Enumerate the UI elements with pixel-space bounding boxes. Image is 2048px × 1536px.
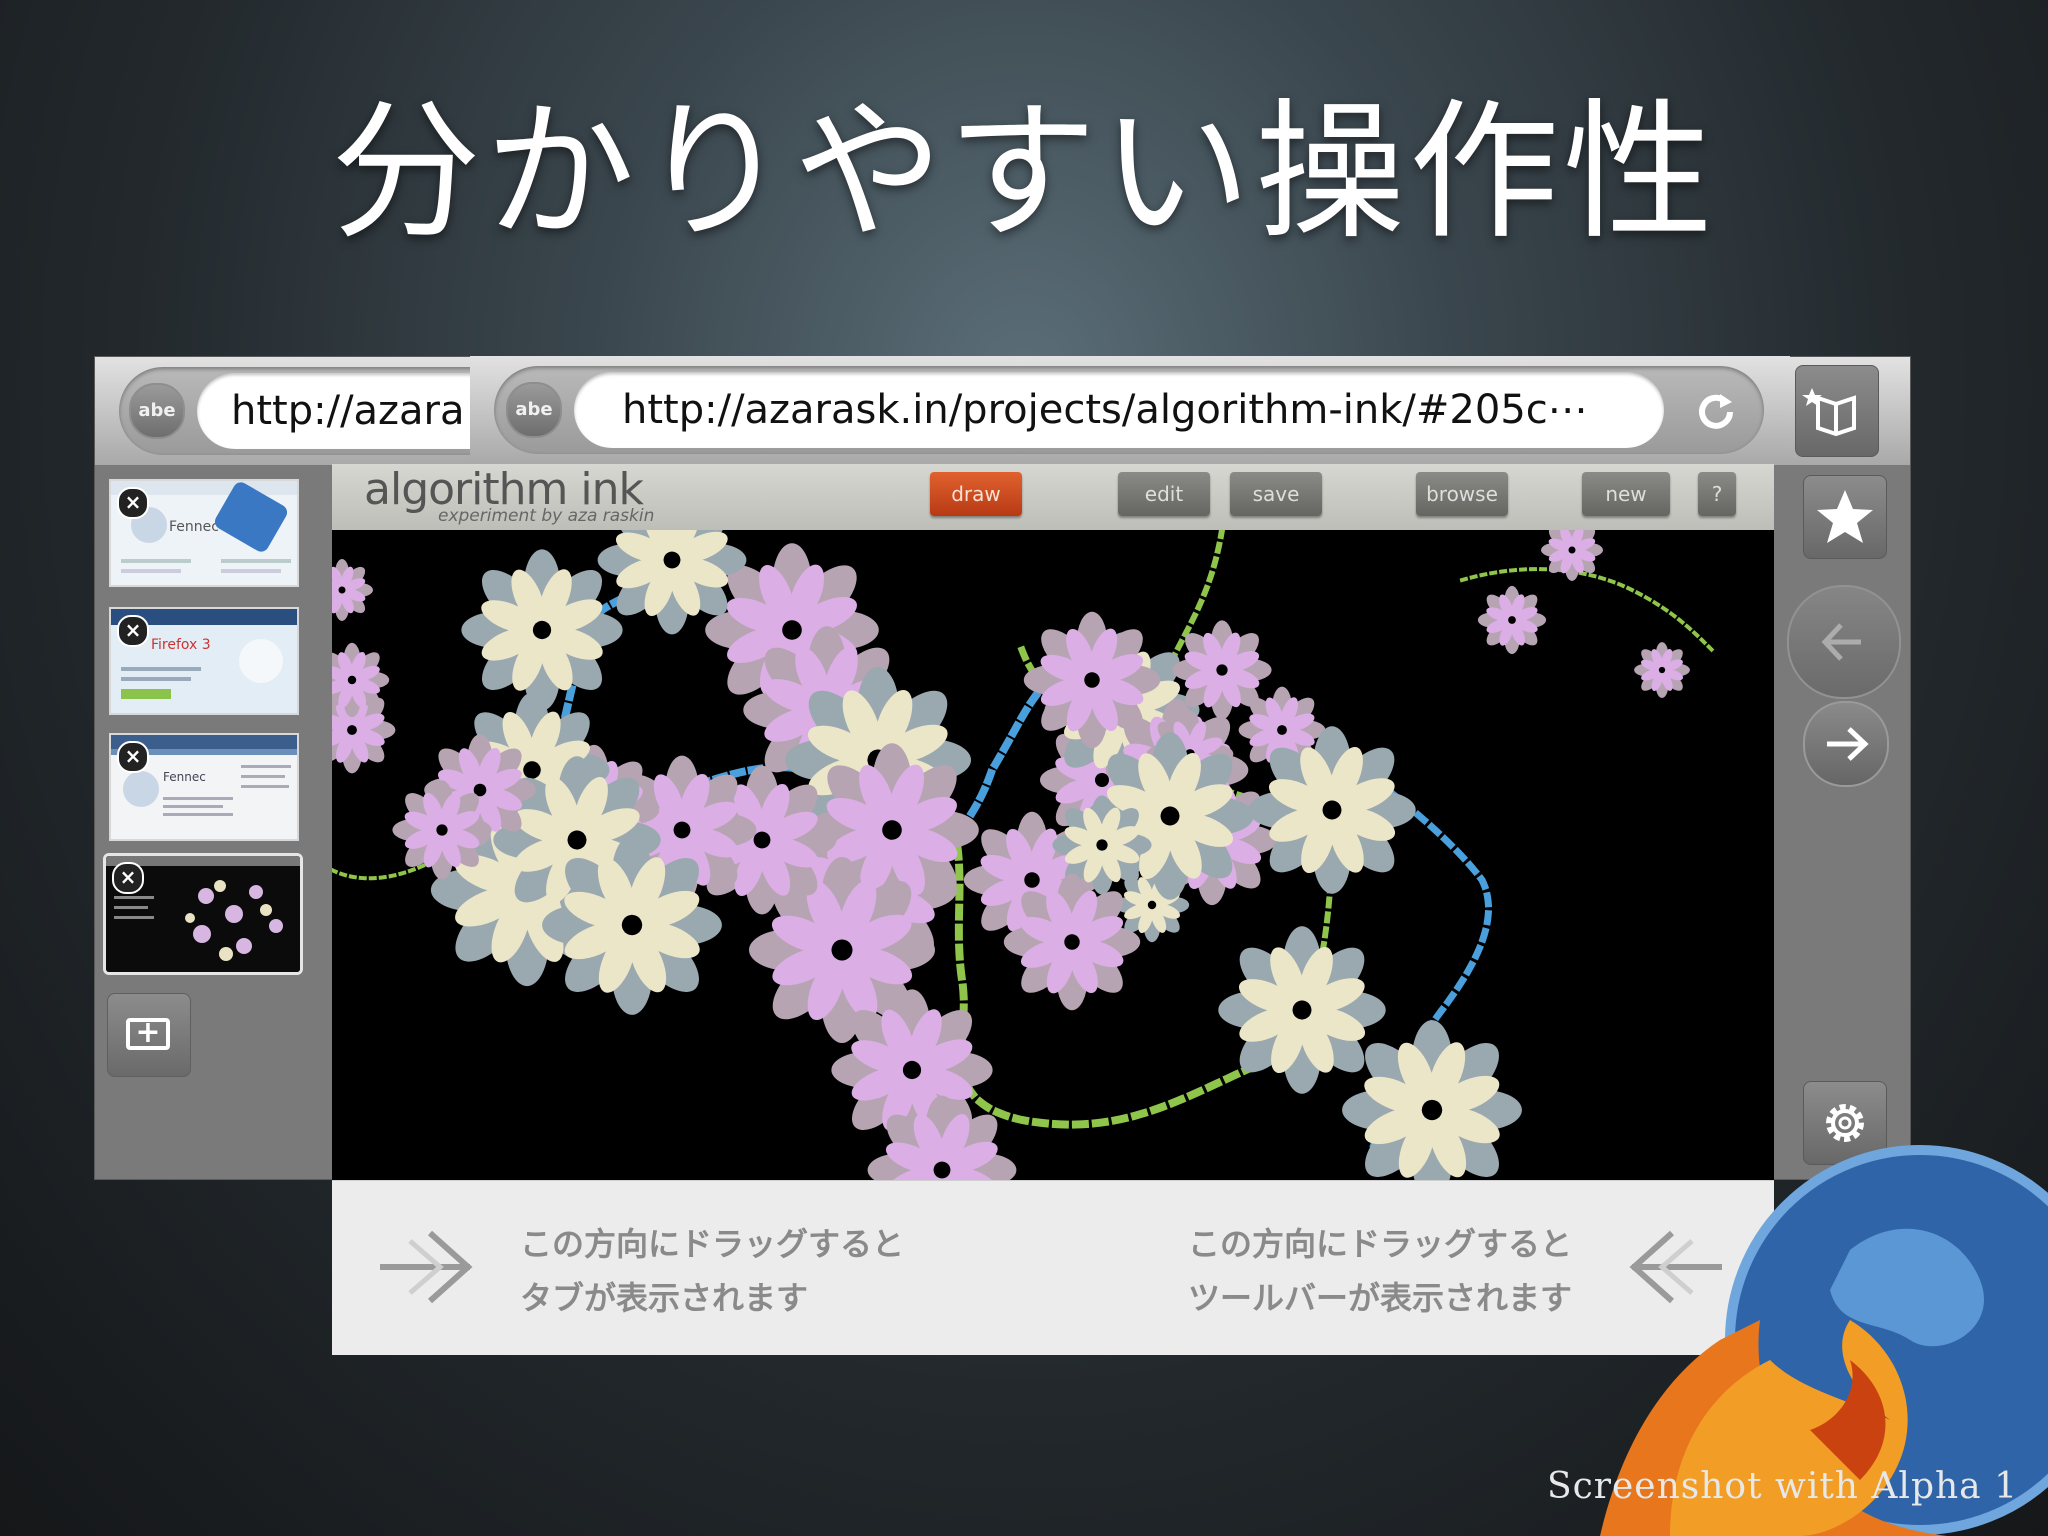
- save-button[interactable]: save: [1230, 472, 1322, 516]
- back-button[interactable]: [1787, 585, 1901, 699]
- hint-left-line1: この方向にドラッグすると: [520, 1225, 905, 1263]
- site-identity-button[interactable]: abe: [129, 383, 185, 439]
- hint-left: この方向にドラッグすると タブが表示されます: [520, 1217, 904, 1325]
- draw-button[interactable]: draw: [930, 472, 1022, 516]
- back-arrow-icon: [1821, 623, 1861, 661]
- new-button[interactable]: new: [1582, 472, 1670, 516]
- hint-right-line2: ツールバーが表示されます: [1188, 1279, 1573, 1317]
- slide-title: 分かりやすい操作性: [330, 86, 1717, 260]
- help-button[interactable]: ?: [1698, 472, 1736, 516]
- front-toolbar: abe http://azarask.in/projects/algorithm…: [470, 356, 1790, 464]
- front-url-field[interactable]: http://azarask.in/projects/algorithm-ink…: [574, 372, 1664, 448]
- tab-thumbnail[interactable]: Fennec ×: [109, 479, 299, 587]
- add-tab-icon: +: [126, 1018, 170, 1050]
- site-identity-button[interactable]: abe: [506, 382, 562, 438]
- new-tab-button[interactable]: +: [107, 993, 191, 1077]
- hint-left-line2: タブが表示されます: [520, 1279, 809, 1317]
- edit-button[interactable]: edit: [1118, 472, 1210, 516]
- tab-close-button[interactable]: ×: [112, 862, 144, 894]
- forward-arrow-icon: [1827, 727, 1869, 761]
- tab-close-button[interactable]: ×: [117, 741, 149, 773]
- tab-thumbnail[interactable]: Fennec ×: [109, 733, 299, 841]
- hint-right-line1: この方向にドラッグすると: [1188, 1225, 1573, 1263]
- svg-text:Fennec: Fennec: [169, 519, 219, 535]
- web-content[interactable]: algorithm ink experiment by aza raskin d…: [332, 464, 1774, 1182]
- bookmarks-button[interactable]: [1795, 365, 1879, 457]
- tab-close-button[interactable]: ×: [117, 615, 149, 647]
- hint-right: この方向にドラッグすると ツールバーが表示されます: [1188, 1217, 1572, 1325]
- reload-icon[interactable]: [1690, 384, 1742, 436]
- tab-close-button[interactable]: ×: [117, 487, 149, 519]
- browse-button[interactable]: browse: [1416, 472, 1508, 516]
- forward-button[interactable]: [1803, 701, 1889, 787]
- app-header: algorithm ink experiment by aza raskin d…: [332, 464, 1774, 530]
- tab-thumbnail-selected[interactable]: ×: [103, 853, 303, 975]
- drag-right-arrow-icon: [380, 1230, 473, 1304]
- tab-thumbnail[interactable]: Firefox 3 ×: [109, 607, 299, 715]
- drawing-canvas[interactable]: [332, 530, 1774, 1182]
- bookmark-star-button[interactable]: [1803, 475, 1887, 559]
- bookmarks-icon: [1802, 388, 1856, 437]
- svg-text:Firefox 3: Firefox 3: [151, 637, 211, 653]
- star-icon: [1817, 490, 1873, 543]
- app-subtitle: experiment by aza raskin: [438, 506, 655, 526]
- front-urlbar[interactable]: abe http://azarask.in/projects/algorithm…: [494, 366, 1764, 454]
- svg-text:Fennec: Fennec: [163, 770, 206, 784]
- slide-caption: Screenshot with Alpha 1: [1546, 1466, 2018, 1507]
- drag-hint-panel: この方向にドラッグすると タブが表示されます この方向にドラッグすると ツールバ…: [332, 1180, 1774, 1355]
